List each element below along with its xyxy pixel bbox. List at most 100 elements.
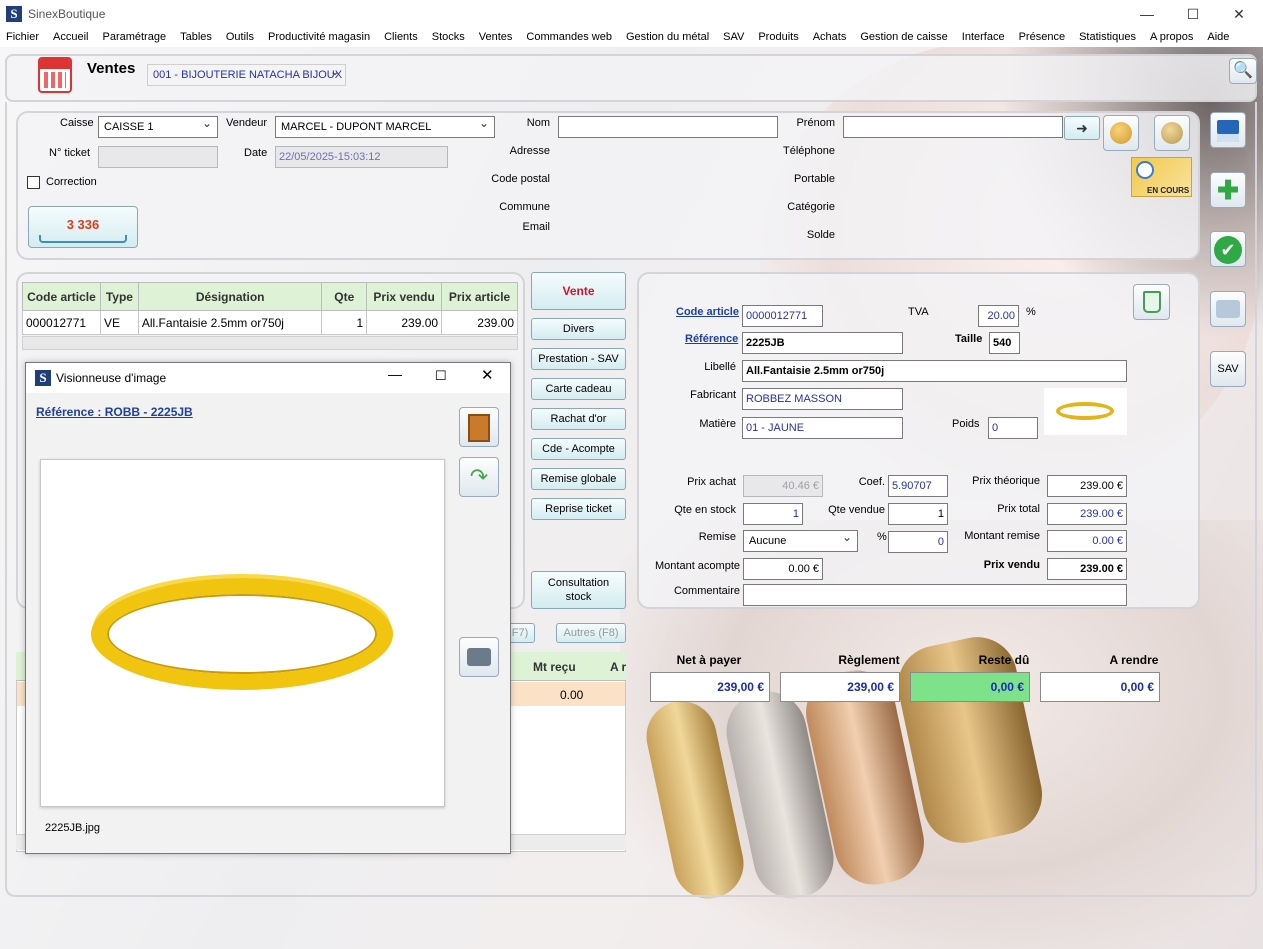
en-cours-button[interactable]: EN COURS bbox=[1131, 157, 1192, 197]
menu-aide[interactable]: Aide bbox=[1200, 28, 1236, 47]
menu-a-propos[interactable]: A propos bbox=[1143, 28, 1200, 47]
nom-field[interactable] bbox=[558, 116, 778, 138]
col-mt-recu[interactable]: Mt reçu bbox=[533, 660, 576, 674]
vendeur-label: Vendeur bbox=[226, 117, 267, 129]
remise-select[interactable]: Aucune bbox=[743, 530, 858, 552]
code-article-field[interactable]: 0000012771 bbox=[742, 305, 823, 327]
matiere-field[interactable]: 01 - JAUNE bbox=[742, 417, 903, 439]
viewer-minimize-button[interactable]: — bbox=[388, 366, 402, 382]
viewer-maximize-button[interactable]: ☐ bbox=[435, 368, 447, 384]
carte-cadeau-button[interactable]: Carte cadeau bbox=[531, 378, 626, 400]
prix-total-field[interactable]: 239.00 € bbox=[1047, 503, 1127, 525]
menu-commandes-web[interactable]: Commandes web bbox=[519, 28, 619, 47]
menu-produits[interactable]: Produits bbox=[751, 28, 805, 47]
print-button[interactable] bbox=[1210, 291, 1246, 327]
coef-field[interactable]: 5.90707 bbox=[888, 475, 948, 497]
validate-button[interactable]: ✔ bbox=[1210, 231, 1246, 267]
col-code-article[interactable]: Code article bbox=[22, 282, 101, 311]
lines-scrollbar[interactable] bbox=[22, 336, 518, 350]
menu-stocks[interactable]: Stocks bbox=[425, 28, 472, 47]
remise-pct-field[interactable]: 0 bbox=[888, 531, 948, 553]
col-prix-article[interactable]: Prix article bbox=[441, 282, 518, 311]
col-qte[interactable]: Qte bbox=[321, 282, 368, 311]
menu-clients[interactable]: Clients bbox=[377, 28, 425, 47]
menu-presence[interactable]: Présence bbox=[1012, 28, 1072, 47]
sav-button[interactable]: SAV bbox=[1210, 351, 1246, 387]
menu-achats[interactable]: Achats bbox=[806, 28, 854, 47]
divers-button[interactable]: Divers bbox=[531, 318, 626, 340]
menu-outils[interactable]: Outils bbox=[219, 28, 261, 47]
store-select[interactable]: 001 - BIJOUTERIE NATACHA BIJOUX bbox=[147, 64, 346, 86]
prenom-field[interactable] bbox=[843, 116, 1063, 138]
en-cours-label: EN COURS bbox=[1147, 186, 1190, 195]
add-client-button[interactable] bbox=[1103, 115, 1139, 151]
cart-count: 3 336 bbox=[66, 217, 100, 232]
rachat-or-button[interactable]: Rachat d'or bbox=[531, 408, 626, 430]
viewer-add-image-button[interactable] bbox=[459, 637, 499, 677]
article-thumbnail[interactable] bbox=[1044, 388, 1127, 435]
zoom-button[interactable]: 🔍 bbox=[1229, 58, 1257, 84]
col-a-rendre[interactable]: A r bbox=[610, 660, 626, 674]
col-designation[interactable]: Désignation bbox=[137, 282, 323, 311]
prix-vendu-field[interactable]: 239.00 € bbox=[1047, 558, 1127, 580]
viewer-close-button[interactable]: ✕ bbox=[481, 366, 494, 384]
close-button[interactable]: ✕ bbox=[1216, 0, 1262, 28]
delete-line-button[interactable] bbox=[1133, 284, 1170, 320]
menu-ventes[interactable]: Ventes bbox=[472, 28, 520, 47]
search-client-button[interactable]: ➜ bbox=[1064, 116, 1100, 140]
col-prix-vendu[interactable]: Prix vendu bbox=[366, 282, 443, 311]
new-sale-button[interactable]: ✚ bbox=[1210, 172, 1246, 208]
cde-acompte-button[interactable]: Cde - Acompte bbox=[531, 438, 626, 460]
menu-statistiques[interactable]: Statistiques bbox=[1072, 28, 1143, 47]
reprise-ticket-button[interactable]: Reprise ticket bbox=[531, 498, 626, 520]
prestation-sav-button[interactable]: Prestation - SAV bbox=[531, 348, 626, 370]
exit-door-icon bbox=[468, 414, 490, 442]
menu-gestion-caisse[interactable]: Gestion de caisse bbox=[853, 28, 954, 47]
reference-link[interactable]: Référence bbox=[685, 333, 738, 345]
page-title: Ventes bbox=[87, 60, 136, 77]
montant-remise-field[interactable]: 0.00 € bbox=[1047, 530, 1127, 552]
correction-checkbox[interactable] bbox=[27, 176, 40, 189]
maximize-button[interactable]: ☐ bbox=[1170, 0, 1216, 28]
montant-acompte-field[interactable]: 0.00 € bbox=[743, 558, 823, 580]
viewer-exit-button[interactable] bbox=[459, 407, 499, 447]
prix-achat-field[interactable]: 40.46 € bbox=[743, 475, 823, 497]
solde-label: Solde bbox=[806, 229, 835, 241]
poids-field[interactable]: 0 bbox=[988, 417, 1038, 439]
col-type[interactable]: Type bbox=[99, 282, 139, 311]
minimize-button[interactable]: — bbox=[1124, 0, 1170, 28]
libelle-label: Libellé bbox=[704, 361, 736, 373]
menu-accueil[interactable]: Accueil bbox=[46, 28, 95, 47]
tab-autres-f8[interactable]: Autres (F8) bbox=[556, 623, 626, 643]
commentaire-field[interactable] bbox=[743, 584, 1127, 606]
ticket-number-field[interactable] bbox=[98, 146, 218, 168]
table-row[interactable]: 000012771 VE All.Fantaisie 2.5mm or750j … bbox=[22, 310, 518, 335]
menu-tables[interactable]: Tables bbox=[173, 28, 219, 47]
libelle-field[interactable]: All.Fantaisie 2.5mm or750j bbox=[742, 360, 1127, 382]
save-button[interactable] bbox=[1210, 112, 1246, 148]
taille-field[interactable]: 540 bbox=[989, 332, 1020, 354]
viewer-rotate-button[interactable]: ↷ bbox=[459, 457, 499, 497]
menu-fichier[interactable]: Fichier bbox=[0, 28, 46, 47]
qte-vendue-label: Qte vendue bbox=[828, 504, 885, 516]
qte-vendue-field[interactable]: 1 bbox=[888, 503, 948, 525]
edit-client-button[interactable] bbox=[1154, 115, 1190, 151]
prix-theorique-field[interactable]: 239.00 € bbox=[1047, 475, 1127, 497]
caisse-select[interactable]: CAISSE 1 bbox=[98, 116, 218, 138]
menu-sav[interactable]: SAV bbox=[716, 28, 751, 47]
qte-stock-field[interactable]: 1 bbox=[743, 503, 803, 525]
menu-parametrage[interactable]: Paramétrage bbox=[95, 28, 173, 47]
menu-gestion-metal[interactable]: Gestion du métal bbox=[619, 28, 716, 47]
consultation-stock-button[interactable]: Consultation stock bbox=[531, 571, 626, 609]
reference-field[interactable]: 2225JB bbox=[742, 332, 903, 354]
cart-button[interactable]: 3 336 bbox=[28, 206, 138, 248]
vente-button[interactable]: Vente bbox=[531, 272, 626, 310]
fabricant-field[interactable]: ROBBEZ MASSON bbox=[742, 388, 903, 410]
vendeur-select[interactable]: MARCEL - DUPONT MARCEL bbox=[275, 116, 495, 138]
menu-productivite[interactable]: Productivité magasin bbox=[261, 28, 377, 47]
date-field[interactable]: 22/05/2025-15:03:12 bbox=[275, 146, 448, 168]
code-article-link[interactable]: Code article bbox=[676, 306, 739, 318]
menu-interface[interactable]: Interface bbox=[955, 28, 1012, 47]
remise-globale-button[interactable]: Remise globale bbox=[531, 468, 626, 490]
tva-field[interactable]: 20.00 bbox=[978, 305, 1019, 327]
